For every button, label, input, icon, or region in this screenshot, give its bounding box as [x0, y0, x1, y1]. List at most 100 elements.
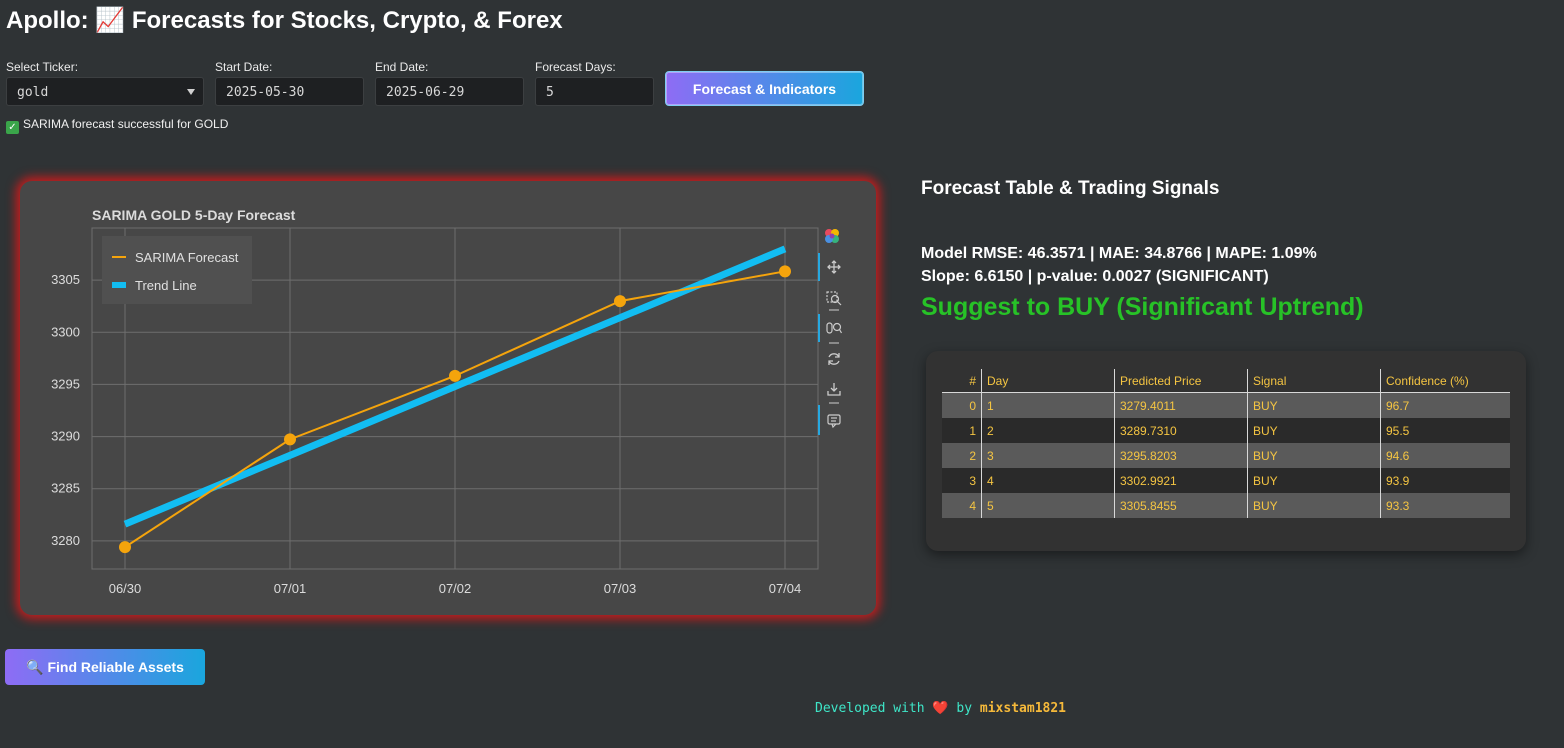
- forecast-point[interactable]: [449, 369, 461, 382]
- check-icon: ✓: [6, 121, 19, 134]
- end-date-value: 2025-06-29: [386, 85, 465, 100]
- cell-price: 3302.9921: [1114, 468, 1248, 493]
- table-header-row: # Day Predicted Price Signal Confidence …: [942, 369, 1510, 393]
- forecast-chart[interactable]: SARIMA GOLD 5-Day Forecast 3280 3285 3290 3…: [20, 181, 876, 615]
- x-tick-label: 07/01: [274, 581, 307, 596]
- cell-signal: BUY: [1247, 418, 1381, 443]
- chart-title: SARIMA GOLD 5-Day Forecast: [92, 207, 296, 223]
- y-tick-label: 3285: [51, 481, 80, 496]
- cell-signal: BUY: [1247, 493, 1381, 518]
- y-tick-label: 3280: [51, 533, 80, 548]
- cell-confidence: 93.9: [1380, 468, 1510, 493]
- model-metrics: Model RMSE: 46.3571 | MAE: 34.8766 | MAP…: [921, 245, 1317, 262]
- cell-day: 5: [981, 493, 1115, 518]
- cell-index: 1: [942, 418, 982, 443]
- slope-metrics: Slope: 6.6150 | p-value: 0.0027 (SIGNIFI…: [921, 268, 1269, 285]
- ticker-select[interactable]: gold: [6, 77, 204, 106]
- toolbar-active-indicator: [818, 253, 820, 281]
- forecast-indicators-button[interactable]: Forecast & Indicators: [665, 71, 864, 106]
- cell-confidence: 94.6: [1380, 443, 1510, 468]
- status-text: SARIMA forecast successful for GOLD: [23, 117, 229, 131]
- cell-signal: BUY: [1247, 392, 1381, 418]
- cell-price: 3305.8455: [1114, 493, 1248, 518]
- forecast-days-input[interactable]: 5: [535, 77, 654, 106]
- start-date-input[interactable]: 2025-05-30: [215, 77, 364, 106]
- status-message: ✓ SARIMA forecast successful for GOLD: [6, 117, 228, 134]
- save-icon[interactable]: [827, 383, 841, 396]
- y-tick-label: 3295: [51, 376, 80, 391]
- chart-toolbar: [818, 229, 843, 435]
- header-index: #: [942, 369, 982, 393]
- heart-icon: ❤️: [932, 701, 949, 716]
- cell-day: 1: [981, 392, 1115, 418]
- forecast-point[interactable]: [779, 265, 791, 278]
- footer-author[interactable]: mixstam1821: [980, 701, 1066, 716]
- header-predicted-price: Predicted Price: [1114, 369, 1248, 393]
- x-tick-label: 07/04: [769, 581, 802, 596]
- cell-signal: BUY: [1247, 468, 1381, 493]
- hover-icon[interactable]: [827, 414, 841, 429]
- header-day: Day: [981, 369, 1115, 393]
- bokeh-logo-icon[interactable]: [825, 229, 839, 243]
- trading-suggestion: Suggest to BUY (Significant Uptrend): [921, 293, 1364, 321]
- table-row: 0 1 3279.4011 BUY 96.7: [942, 392, 1510, 418]
- toolbar-active-indicator-3: [818, 405, 820, 435]
- legend-forecast-label: SARIMA Forecast: [135, 250, 239, 265]
- y-tick-label: 3305: [51, 272, 80, 287]
- legend-background: [102, 236, 252, 304]
- forecast-table-card: # Day Predicted Price Signal Confidence …: [926, 351, 1526, 551]
- x-tick-label: 07/02: [439, 581, 472, 596]
- end-date-label: End Date:: [375, 60, 429, 74]
- forecast-table-heading: Forecast Table & Trading Signals: [921, 178, 1220, 199]
- y-tick-label: 3290: [51, 429, 80, 444]
- find-reliable-assets-button[interactable]: 🔍 Find Reliable Assets: [5, 649, 205, 685]
- cell-day: 4: [981, 468, 1115, 493]
- end-date-input[interactable]: 2025-06-29: [375, 77, 524, 106]
- x-tick-label: 07/03: [604, 581, 637, 596]
- chevron-down-icon: [187, 89, 195, 95]
- cell-confidence: 96.7: [1380, 392, 1510, 418]
- cell-confidence: 95.5: [1380, 418, 1510, 443]
- cell-index: 4: [942, 493, 982, 518]
- cell-index: 0: [942, 392, 982, 418]
- cell-signal: BUY: [1247, 443, 1381, 468]
- table-row: 3 4 3302.9921 BUY 93.9: [942, 468, 1510, 493]
- table-row: 2 3 3295.8203 BUY 94.6: [942, 443, 1510, 468]
- toolbar-active-indicator-2: [818, 314, 820, 342]
- ticker-value: gold: [17, 85, 49, 100]
- chart-card: SARIMA GOLD 5-Day Forecast 3280 3285 3290 3…: [20, 181, 876, 615]
- cell-index: 2: [942, 443, 982, 468]
- forecast-point[interactable]: [614, 295, 626, 308]
- forecast-point[interactable]: [119, 541, 131, 554]
- header-signal: Signal: [1247, 369, 1381, 393]
- table-row: 1 2 3289.7310 BUY 95.5: [942, 418, 1510, 443]
- reset-icon[interactable]: [828, 353, 840, 365]
- cell-day: 3: [981, 443, 1115, 468]
- cell-index: 3: [942, 468, 982, 493]
- box-zoom-icon[interactable]: [826, 291, 842, 306]
- forecast-table: # Day Predicted Price Signal Confidence …: [942, 369, 1510, 518]
- cell-price: 3279.4011: [1114, 392, 1248, 418]
- start-date-value: 2025-05-30: [226, 85, 305, 100]
- cell-price: 3289.7310: [1114, 418, 1248, 443]
- forecast-days-value: 5: [546, 85, 554, 100]
- forecast-point[interactable]: [284, 433, 296, 446]
- wheel-zoom-icon[interactable]: [826, 322, 843, 334]
- footer-credit: Developed with ❤️ by mixstam1821: [815, 701, 1066, 716]
- cell-price: 3295.8203: [1114, 443, 1248, 468]
- forecast-days-label: Forecast Days:: [535, 60, 616, 74]
- pan-icon[interactable]: [827, 260, 841, 274]
- y-tick-label: 3300: [51, 324, 80, 339]
- cell-day: 2: [981, 418, 1115, 443]
- footer-by: by: [956, 701, 973, 716]
- footer-prefix: Developed with: [815, 701, 925, 716]
- chart-legend: SARIMA Forecast Trend Line: [102, 236, 252, 304]
- ticker-label: Select Ticker:: [6, 60, 79, 74]
- start-date-label: Start Date:: [215, 60, 273, 74]
- legend-trend-label: Trend Line: [135, 278, 197, 293]
- x-tick-label: 06/30: [109, 581, 142, 596]
- header-confidence: Confidence (%): [1380, 369, 1510, 393]
- cell-confidence: 93.3: [1380, 493, 1510, 518]
- table-row: 4 5 3305.8455 BUY 93.3: [942, 493, 1510, 518]
- app-title: Apollo: 📈 Forecasts for Stocks, Crypto, …: [6, 7, 563, 34]
